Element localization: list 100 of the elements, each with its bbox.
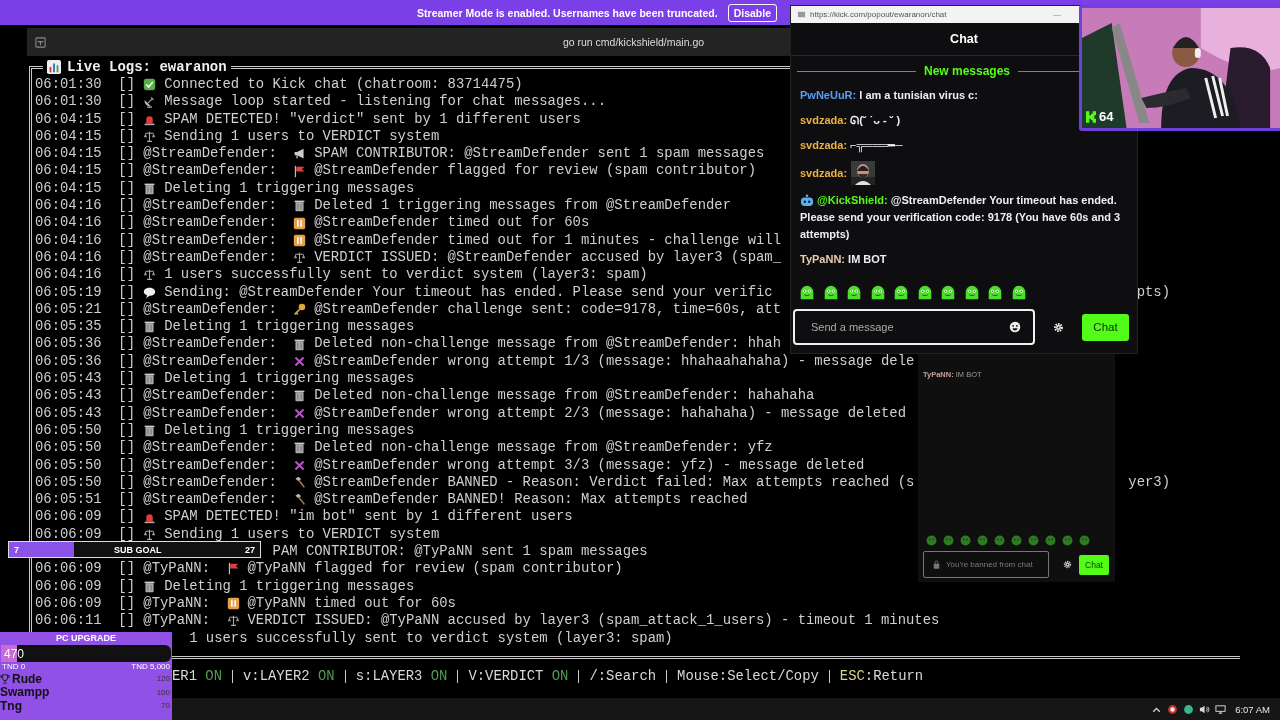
log-tag: [] xyxy=(118,473,144,492)
settings-icon[interactable] xyxy=(1063,560,1072,569)
flag-icon xyxy=(293,164,307,178)
shortcut-key: s: xyxy=(355,668,373,684)
chat-input-field[interactable]: You're banned from chat xyxy=(923,551,1049,578)
shortcut-label: LAYER2 xyxy=(259,668,310,684)
log-timestamp: 06:05:50 xyxy=(35,421,103,440)
emote-icon[interactable] xyxy=(986,284,1004,302)
lock-icon xyxy=(933,560,940,569)
shortcut-label: :Return xyxy=(864,668,924,684)
log-user: @StreamDefender: xyxy=(143,404,277,422)
log-message: @StreamDefender wrong attempt 2/3 (message: hahahaha) - message deleted xyxy=(314,404,907,422)
log-tag: [] xyxy=(118,283,144,301)
log-user: @StreamDefender: xyxy=(143,248,277,267)
trash-icon xyxy=(293,199,307,213)
disable-button[interactable]: Disable xyxy=(727,3,777,22)
emote-icon[interactable] xyxy=(939,284,957,302)
emote-icon[interactable] xyxy=(892,284,910,302)
log-timestamp: 06:01:30 xyxy=(35,76,103,94)
logo-icon xyxy=(1086,110,1096,123)
emote-icon[interactable] xyxy=(845,284,863,302)
terminal-icon[interactable] xyxy=(35,36,46,48)
new-messages-divider: New messages xyxy=(923,64,1011,78)
sub-goal-label: SUB GOAL xyxy=(114,544,162,555)
log-message: Sending 1 users to VERDICT system xyxy=(164,127,440,146)
chat-message: TyPaNN: IM BOT xyxy=(800,251,887,267)
log-tag: [] xyxy=(118,456,144,474)
log-timestamp: 06:06:11 xyxy=(35,612,103,630)
pause-icon xyxy=(293,233,307,247)
log-message: Sending: @StreamDefender Your timeout has ended. Please send your verific xyxy=(164,283,773,301)
log-tag: [] xyxy=(118,179,144,198)
log-tag: [] xyxy=(118,214,144,232)
log-message: @StreamDefender BANNED! Reason: Max attempts reached xyxy=(314,491,748,509)
chat-message: svdzada: ⌐╦═══━─ xyxy=(800,137,903,154)
log-message: @StreamDefender timed out for 60s xyxy=(314,214,590,232)
log-user: @StreamDefender: xyxy=(143,231,277,249)
log-user: @StreamDefender: xyxy=(143,352,277,371)
trash-icon xyxy=(293,441,307,455)
log-user: @StreamDefender: xyxy=(143,473,277,492)
goal-max: TND 5,000 xyxy=(131,662,170,672)
circle-icon[interactable] xyxy=(1167,703,1179,715)
message-input-field[interactable]: Send a message xyxy=(793,309,1035,345)
clock: 6:07 AM xyxy=(1235,703,1270,715)
flag-icon xyxy=(226,562,240,576)
scales-icon xyxy=(293,251,307,265)
log-tag: [] xyxy=(118,162,144,180)
log-tag: [] xyxy=(118,387,144,405)
log-message: SPAM DETECTED! "im bot" sent by 1 different users xyxy=(164,508,573,526)
log-tag: [] xyxy=(118,370,144,388)
log-timestamp: 06:05:36 xyxy=(35,352,103,371)
log-message: Connected to Kick chat (chatroom: 83714475) xyxy=(164,76,523,94)
chat-username[interactable]: svdzada: xyxy=(800,167,848,179)
cross-icon xyxy=(293,458,307,472)
log-message: Deleting 1 triggering messages xyxy=(164,318,415,336)
toggle-status: ON xyxy=(318,668,335,684)
hammer-icon xyxy=(293,493,307,507)
chat-send-button[interactable]: Chat xyxy=(1079,554,1109,575)
log-tag: [] xyxy=(118,300,144,319)
log-message: Deleted 1 triggering messages from @StreamDefender xyxy=(314,197,731,215)
chat-message: PwNeUuR: I am a tunisian virus c: xyxy=(800,87,978,103)
speaker-icon[interactable] xyxy=(1199,703,1211,715)
trash-icon xyxy=(143,372,157,386)
emoji-icon[interactable] xyxy=(1009,321,1021,333)
minimize-button[interactable]: — xyxy=(1053,10,1061,19)
log-timestamp: 06:05:50 xyxy=(35,473,103,492)
log-timestamp: 06:06:09 xyxy=(35,560,103,578)
log-timestamp: 06:05:50 xyxy=(35,439,103,457)
pause-icon xyxy=(293,216,307,230)
log-message: Deleting 1 triggering messages xyxy=(164,421,415,440)
shortcut-key: V: xyxy=(468,668,486,684)
cross-icon xyxy=(293,406,307,420)
chat-message: svdzada: ᘏ(˘ ˙ᴗ - ˘ ) xyxy=(800,112,901,128)
log-message: VERDICT ISSUED: @TyPaNN accused by layer3 (spam_attack_1_users) - timeout 1 minutes xyxy=(247,612,940,630)
trash-icon xyxy=(143,424,157,438)
log-timestamp: 06:04:15 xyxy=(35,162,103,180)
chat-send-button[interactable]: Chat xyxy=(1082,313,1129,341)
chat-message: @KickShield: @StreamDefender Your timeout has ended. Please send your verification code: 9178 (You have 60s and 3 attempts) xyxy=(800,193,1122,242)
trash-icon xyxy=(293,337,307,351)
status-dot-icon[interactable] xyxy=(1183,703,1195,715)
log-timestamp: 06:06:09 xyxy=(35,525,103,543)
toggle-status: ON xyxy=(430,668,448,684)
cross-icon xyxy=(293,354,307,368)
emote-icon[interactable] xyxy=(798,284,816,302)
log-timestamp: 06:06:09 xyxy=(35,508,103,526)
monitor-icon[interactable] xyxy=(1215,703,1227,715)
log-tag: [] xyxy=(118,577,144,595)
leader-score: 70 xyxy=(161,701,171,711)
log-message: @TyPaNN flagged for review (spam contributor) xyxy=(247,560,623,578)
sub-goal-target: 27 xyxy=(245,544,255,555)
log-timestamp: 06:05:43 xyxy=(35,404,103,422)
sub-goal-current: 7 xyxy=(14,544,19,555)
log-message: @StreamDefender wrong attempt 3/3 (message: yfz) - message deleted xyxy=(314,456,865,474)
log-tag: [] xyxy=(118,335,144,353)
scales-icon xyxy=(143,268,157,282)
log-tag: [] xyxy=(118,145,144,163)
log-message: pts) xyxy=(1136,283,1170,301)
log-user: @StreamDefender: xyxy=(143,162,277,180)
log-message: @StreamDefender timed out for 1 minutes - challenge will xyxy=(314,231,781,249)
log-timestamp: 06:04:15 xyxy=(35,179,103,198)
scales-icon xyxy=(143,527,157,541)
